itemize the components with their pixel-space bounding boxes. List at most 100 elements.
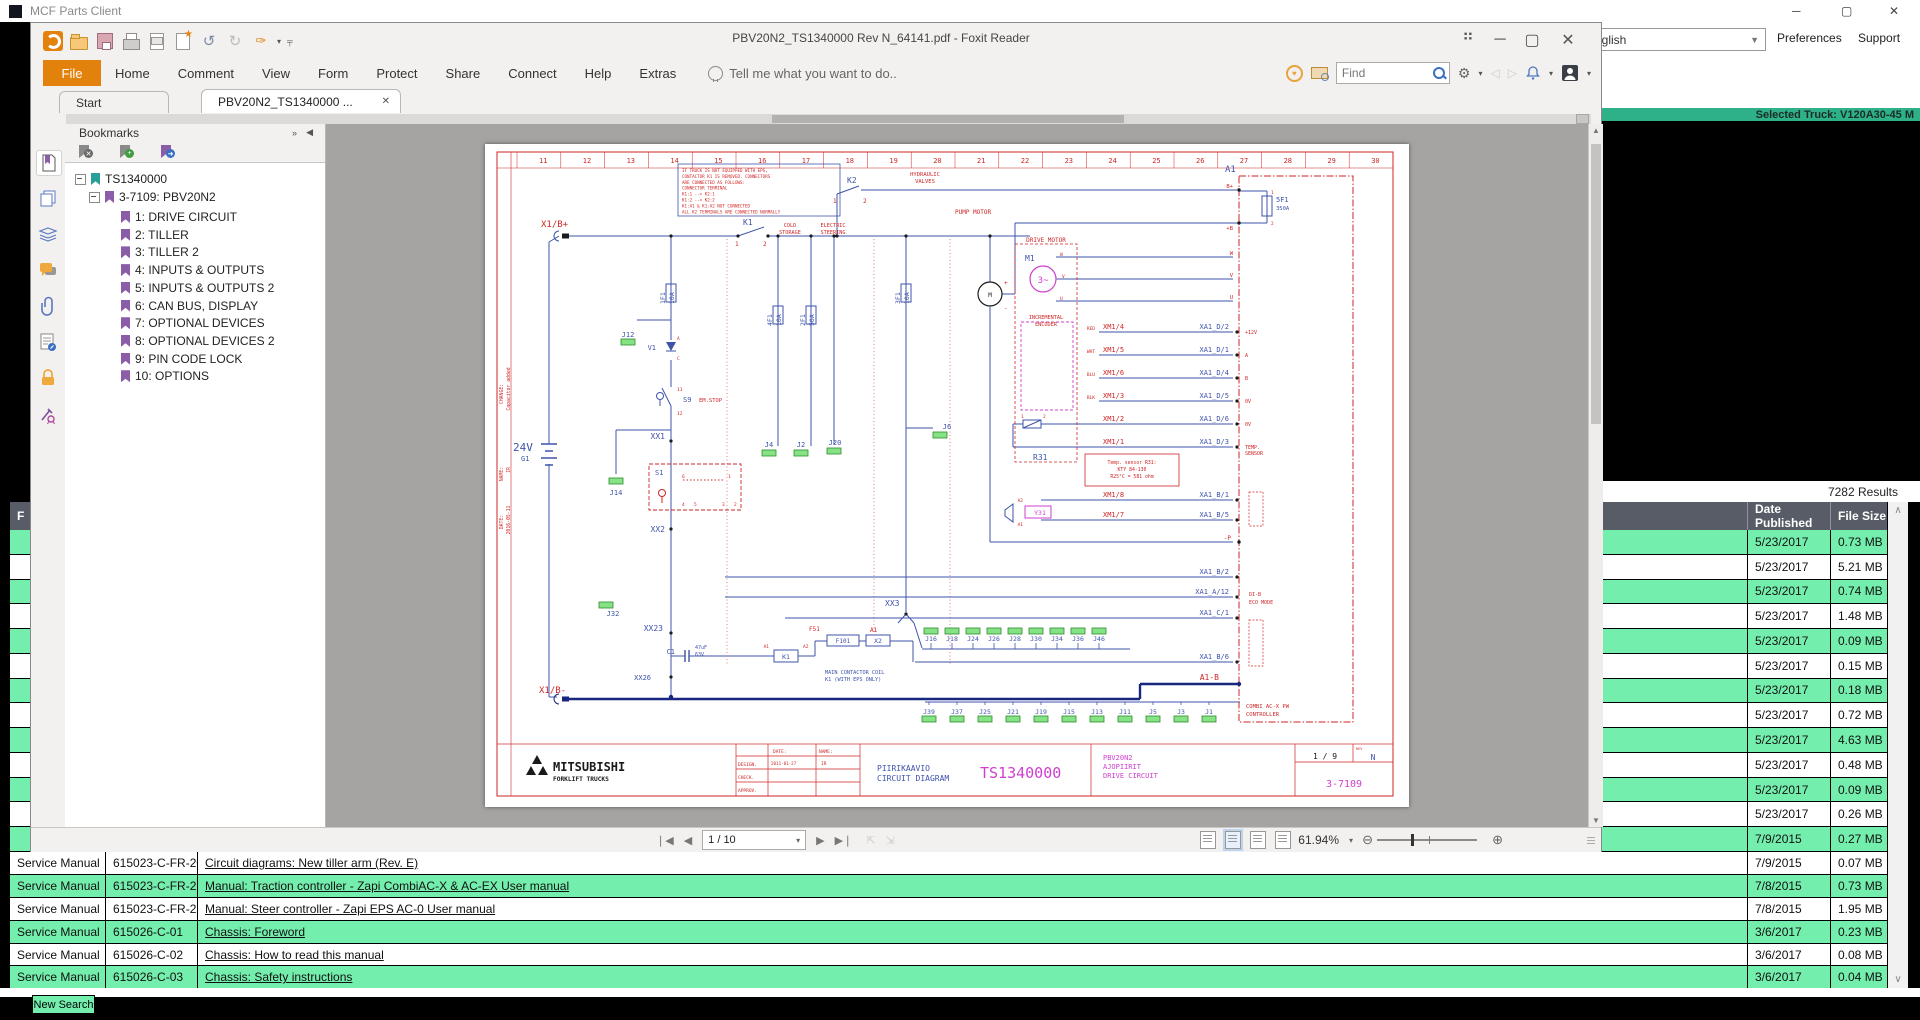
layout-icon[interactable]: ⠛ [1455,31,1481,49]
bell-icon[interactable] [1525,65,1541,81]
next-page-icon[interactable]: ▶ [816,834,824,847]
scroll-up-icon[interactable]: ∧ [1888,505,1908,516]
tab-file[interactable]: File [43,60,101,86]
foxit-restore-icon[interactable]: ▢ [1519,31,1545,49]
table-row[interactable]: Service Manual615026-C-02Chassis: How to… [10,944,1887,967]
vscroll-handle[interactable] [1591,144,1601,424]
layers-panel-icon[interactable] [36,222,60,246]
bookmark-item[interactable]: 2: TILLER [121,227,189,243]
customize-toolbar-icon[interactable]: ╤ [287,37,293,46]
bookmark-group[interactable]: 3-7109: PBV20N2 [89,189,216,205]
preferences-link[interactable]: Preferences [1777,31,1842,45]
tab-help[interactable]: Help [571,60,626,86]
gear-icon[interactable]: ⚙ [1458,65,1471,82]
heart-icon[interactable]: ♥ [1286,65,1303,82]
close-tab-icon[interactable]: ✕ [382,96,390,107]
continuous-facing-icon[interactable] [1275,831,1291,849]
foxit-minimize-icon[interactable]: ─ [1487,31,1513,49]
vscroll-down-icon[interactable]: ▼ [1589,816,1603,825]
pdf-page[interactable]: K212HYDRAULICVALVESX1/B+K112COLDELECTRIC… [485,144,1409,807]
table-row[interactable]: Service Manual615023-C-FR-22Manual: Stee… [10,898,1887,921]
sign-panel-icon[interactable] [36,402,60,426]
signature-panel-icon[interactable] [36,330,60,354]
delete-bookmark-icon[interactable]: ✕ [79,145,98,158]
tab-start[interactable]: Start [59,91,169,113]
scroll-down-icon[interactable]: ∨ [1888,974,1908,985]
bookmark-item[interactable]: 5: INPUTS & OUTPUTS 2 [121,280,274,296]
avatar[interactable] [1561,64,1579,82]
gear-caret-icon[interactable]: ▾ [1478,69,1482,78]
open-file-icon[interactable] [69,31,89,51]
horizontal-scrollbar[interactable] [66,114,1591,124]
bookmark-item[interactable]: 3: TILLER 2 [121,244,199,260]
facing-page-icon[interactable] [1250,831,1266,849]
print-icon[interactable] [121,31,141,51]
table-scrollbar[interactable]: ∧ ∨ [1888,502,1908,988]
undo-icon[interactable]: ↺ [199,31,219,51]
last-page-icon[interactable]: ▶❘ [835,834,853,847]
table-row[interactable]: Service Manual615023-C-FR-20Circuit diag… [10,852,1887,875]
pages-panel-icon[interactable] [36,186,60,210]
attachments-panel-icon[interactable] [36,294,60,318]
search-icon[interactable] [1433,67,1445,79]
tab-share[interactable]: Share [432,60,495,86]
bookmark-item[interactable]: 4: INPUTS & OUTPUTS [121,262,264,278]
hand-tool-icon[interactable]: ✑ [251,31,271,51]
header-col-size[interactable]: File Size [1830,502,1887,530]
bookmark-item[interactable]: 8: OPTIONAL DEVICES 2 [121,333,275,349]
zoom-caret-icon[interactable]: ▾ [1349,836,1353,845]
zoom-slider[interactable] [1377,839,1477,841]
table-row[interactable]: Service Manual615023-C-FR-21Manual: Trac… [10,875,1887,898]
minimize-icon[interactable]: ─ [1792,0,1801,22]
tab-form[interactable]: Form [304,60,362,86]
tab-protect[interactable]: Protect [362,60,431,86]
tab-comment[interactable]: Comment [164,60,248,86]
single-page-icon[interactable] [1200,831,1216,849]
find-box[interactable] [1336,62,1450,84]
bookmark-item[interactable]: 7: OPTIONAL DEVICES [121,315,265,331]
hscroll-handle[interactable] [772,115,1124,123]
tab-connect[interactable]: Connect [494,60,570,86]
search-folder-icon[interactable] [1311,67,1328,79]
email-icon[interactable] [147,31,167,51]
first-page-icon[interactable]: ❘◀ [656,834,674,847]
zoom-out-icon[interactable]: ⊖ [1362,832,1373,848]
collapse-panel-icon[interactable]: ◀ [306,127,313,138]
hand-tool-caret-icon[interactable]: ▾ [277,37,281,46]
restore-icon[interactable]: ▢ [1841,0,1852,22]
foxit-logo-icon[interactable] [43,31,63,51]
continuous-page-icon[interactable] [1225,831,1241,849]
close-icon[interactable]: ✕ [1889,0,1899,22]
new-document-icon[interactable] [173,31,193,51]
language-select[interactable]: English ▼ [1580,28,1766,51]
vertical-scrollbar[interactable]: ▲ ▼ [1588,124,1603,827]
header-col-date[interactable]: Date Published [1747,502,1830,530]
tab-extras[interactable]: Extras [625,60,690,86]
tab-active-document[interactable]: PBV20N2_TS1340000 ... ✕ [201,89,401,113]
tell-me[interactable]: Tell me what you want to do.. [708,66,897,81]
prev-page-icon[interactable]: ◀ [684,834,692,847]
table-row[interactable]: Service Manual615026-C-01Chassis: Forewo… [10,921,1887,944]
page-number-box[interactable]: 1 / 10 ▾ [702,830,806,850]
hscroll-button[interactable] [1576,114,1589,124]
zoom-in-icon[interactable]: ⊕ [1492,832,1503,848]
resize-grip[interactable] [1587,837,1595,844]
bookmark-item[interactable]: 10: OPTIONS [121,368,209,384]
expand-all-icon[interactable]: » [292,128,297,138]
tab-view[interactable]: View [248,60,304,86]
zoom-value[interactable]: 61.94% [1298,833,1339,847]
bell-caret-icon[interactable]: ▾ [1549,69,1553,78]
bookmark-root[interactable]: TS1340000 [75,171,167,187]
find-input[interactable] [1337,63,1432,83]
support-link[interactable]: Support [1858,31,1900,45]
goto-bookmark-icon[interactable]: ➜ [161,145,180,158]
table-row[interactable]: Service Manual615026-C-03Chassis: Safety… [10,966,1887,989]
bookmark-item[interactable]: 9: PIN CODE LOCK [121,351,242,367]
page-caret-icon[interactable]: ▾ [796,836,800,845]
zoom-slider-handle[interactable] [1411,834,1414,846]
bookmarks-panel-icon[interactable] [36,150,62,176]
foxit-close-icon[interactable]: ✕ [1555,31,1581,49]
add-bookmark-icon[interactable]: + [120,145,139,158]
avatar-caret-icon[interactable]: ▾ [1587,69,1591,78]
bookmark-item[interactable]: 1: DRIVE CIRCUIT [121,209,237,225]
